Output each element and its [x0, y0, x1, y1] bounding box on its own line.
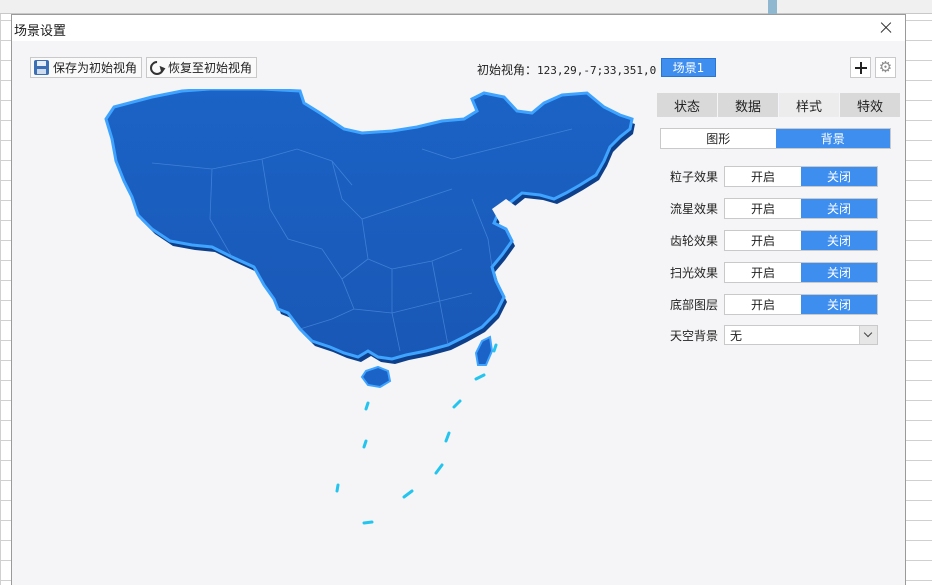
particle-effect-toggle: 开启 关闭 [724, 165, 878, 187]
style-mode-selector: 图形 背景 [660, 128, 891, 149]
toggle-on-option[interactable]: 开启 [725, 166, 801, 186]
chevron-down-icon[interactable] [859, 326, 877, 344]
effect-label: 底部图层 [670, 297, 719, 312]
scene-settings-dialog: 场景设置 保存为初始视角 恢复至初始视角 初始视角：123,29,-7;33,3… [11, 14, 906, 585]
background-strip [768, 0, 777, 14]
toggle-on-option[interactable]: 开启 [725, 262, 801, 282]
effect-label: 粒子效果 [670, 169, 719, 184]
save-initial-view-button[interactable]: 保存为初始视角 [30, 57, 143, 78]
toggle-off-option[interactable]: 关闭 [801, 198, 877, 218]
meteor-effect-toggle: 开启 关闭 [724, 197, 878, 219]
refresh-icon [147, 57, 167, 78]
plus-icon[interactable] [850, 57, 871, 78]
taiwan-island [474, 335, 494, 366]
toggle-off-option[interactable]: 关闭 [801, 166, 877, 186]
background-app-bar [0, 0, 932, 14]
effect-row-gear: 齿轮效果 开启 关闭 [670, 229, 890, 251]
toggle-on-option[interactable]: 开启 [725, 294, 801, 314]
effect-row-particle: 粒子效果 开启 关闭 [670, 165, 890, 187]
effect-row-sweep: 扫光效果 开启 关闭 [670, 261, 890, 283]
toggle-off-option[interactable]: 关闭 [801, 262, 877, 282]
toggle-off-option[interactable]: 关闭 [801, 230, 877, 250]
restore-initial-view-label: 恢复至初始视角 [168, 61, 253, 75]
effect-label: 扫光效果 [670, 265, 719, 280]
effect-row-meteor: 流星效果 开启 关闭 [670, 197, 890, 219]
gear-effect-toggle: 开启 关闭 [724, 229, 878, 251]
tab-data[interactable]: 数据 [718, 93, 779, 117]
initial-view-readout: 初始视角：123,29,-7;33,351,0 [477, 61, 656, 78]
sky-background-row: 天空背景 无 [670, 324, 890, 346]
china-map [104, 89, 635, 525]
dialog-titlebar: 场景设置 [12, 15, 905, 41]
tab-style[interactable]: 样式 [779, 93, 840, 117]
bottom-layer-toggle: 开启 关闭 [724, 293, 878, 315]
tab-effects[interactable]: 特效 [840, 93, 900, 117]
settings-tabs: 状态 数据 样式 特效 [657, 93, 900, 117]
save-icon [34, 60, 49, 75]
initial-view-label: 初始视角： [477, 63, 538, 77]
tab-status[interactable]: 状态 [657, 93, 718, 117]
toggle-on-option[interactable]: 开启 [725, 198, 801, 218]
initial-view-value: 123,29,-7;33,351,0 [537, 64, 657, 77]
effect-row-bottom-layer: 底部图层 开启 关闭 [670, 293, 890, 315]
sky-background-select[interactable]: 无 [724, 325, 878, 345]
save-initial-view-label: 保存为初始视角 [53, 61, 138, 75]
shape-mode-option[interactable]: 图形 [661, 129, 776, 148]
background-mode-option[interactable]: 背景 [775, 129, 890, 148]
sky-background-label: 天空背景 [670, 328, 719, 343]
dialog-title: 场景设置 [14, 24, 67, 39]
nine-dash-line [335, 343, 498, 525]
scene-1-button[interactable]: 场景1 [661, 58, 716, 77]
toggle-off-option[interactable]: 关闭 [801, 294, 877, 314]
toggle-on-option[interactable]: 开启 [725, 230, 801, 250]
gear-icon[interactable]: ⚙ [875, 57, 896, 78]
sky-background-value: 无 [730, 328, 743, 343]
sweep-effect-toggle: 开启 关闭 [724, 261, 878, 283]
effect-label: 流星效果 [670, 201, 719, 216]
close-icon[interactable] [875, 17, 897, 39]
mainland-shape [104, 89, 635, 364]
restore-initial-view-button[interactable]: 恢复至初始视角 [146, 57, 258, 78]
hainan-island [360, 365, 392, 389]
effect-label: 齿轮效果 [670, 233, 719, 248]
